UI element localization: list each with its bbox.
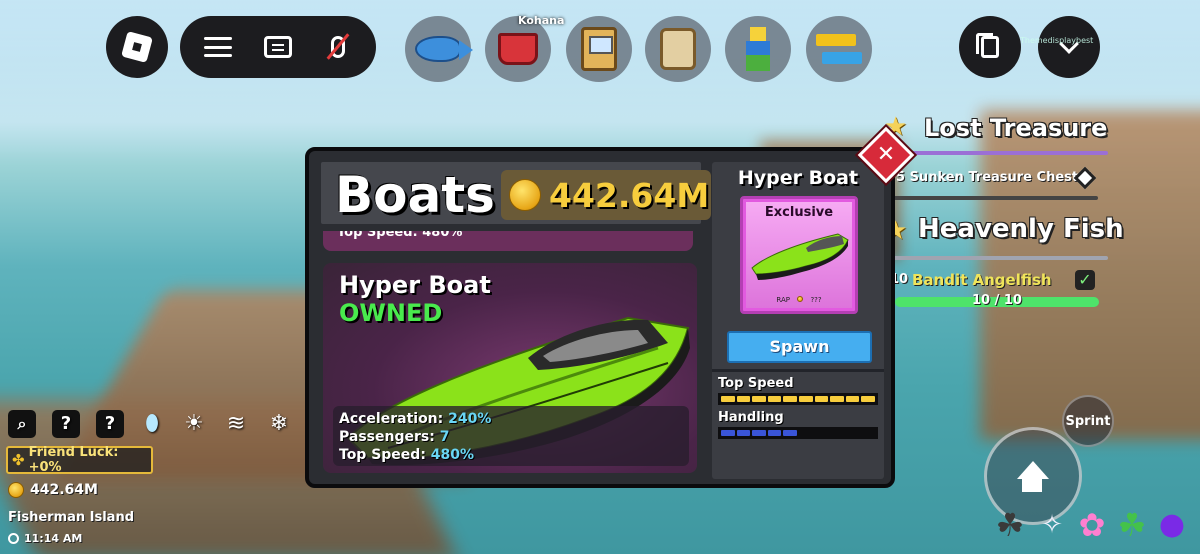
friend-luck-badge: ✤ Friend Luck: +0% bbox=[6, 445, 153, 475]
scroll-icon bbox=[660, 28, 696, 70]
unknown-icon[interactable]: ? bbox=[96, 410, 124, 438]
arcade-button[interactable] bbox=[566, 16, 632, 82]
clover-icon[interactable]: ☘ bbox=[992, 505, 1028, 545]
close-icon: ✕ bbox=[876, 142, 896, 167]
money-display: 442.64M bbox=[8, 482, 98, 498]
shop-label: Kohana bbox=[518, 14, 565, 27]
basket-icon bbox=[498, 33, 538, 65]
green-clover-icon[interactable]: ☘ bbox=[1114, 505, 1150, 545]
coin-icon bbox=[797, 296, 804, 302]
previous-card-text: Top Speed: 480% bbox=[337, 231, 463, 240]
panel-money-box: 442.64M bbox=[501, 170, 711, 220]
check-icon: ✓ bbox=[1075, 270, 1095, 290]
spawn-button[interactable]: Spawn bbox=[727, 331, 872, 363]
fish-icon bbox=[415, 36, 473, 62]
coin-icon bbox=[509, 179, 541, 211]
speedboat-thumbnail-icon bbox=[751, 233, 849, 280]
stat-passengers: Passengers: 7 bbox=[339, 429, 450, 445]
friend-luck-text: Friend Luck: +0% bbox=[28, 445, 119, 475]
list-item[interactable]: Top Speed: 480% bbox=[323, 231, 693, 251]
handling-rating-bar bbox=[718, 427, 878, 439]
menu-icon bbox=[204, 37, 232, 57]
stat-acceleration: Acceleration: 240% bbox=[339, 411, 492, 427]
sun-icon[interactable]: ☀ bbox=[180, 410, 208, 438]
clock-icon bbox=[8, 533, 19, 544]
boats-panel: Boats 442.64M Top Speed: 480% Hyper Boat… bbox=[305, 147, 895, 488]
pink-clover-icon[interactable]: ✿ bbox=[1074, 505, 1110, 545]
wand-icon[interactable]: ✧ bbox=[1034, 505, 1070, 545]
quest-divider bbox=[884, 256, 1108, 260]
boat-owned-status: OWNED bbox=[339, 299, 443, 327]
expand-button[interactable] bbox=[1038, 16, 1100, 78]
copy-icon bbox=[976, 33, 999, 58]
panel-money-text: 442.64M bbox=[549, 175, 710, 215]
unknown-icon[interactable]: ? bbox=[52, 410, 80, 438]
boat-name: Hyper Boat bbox=[339, 271, 491, 299]
wind-icon[interactable]: ≋ bbox=[222, 410, 250, 438]
xp-orb-icon[interactable]: ● bbox=[1154, 505, 1190, 545]
money-text: 442.64M bbox=[30, 482, 98, 498]
voice-chat-button[interactable] bbox=[318, 27, 358, 67]
copy-button[interactable] bbox=[959, 16, 1021, 78]
boat-detail-sidebar: Hyper Boat Exclusive RAP ??? Spawn Top S… bbox=[712, 162, 884, 479]
hamburger-menu-button[interactable] bbox=[198, 27, 238, 67]
time-display: 11:14 AM bbox=[8, 532, 82, 545]
player-name-tag: Themedisplaybest bbox=[1020, 36, 1094, 45]
time-text: 11:14 AM bbox=[24, 532, 83, 545]
quest-divider bbox=[884, 151, 1108, 155]
sprint-button[interactable]: Sprint bbox=[1062, 395, 1114, 447]
chat-button[interactable] bbox=[258, 27, 298, 67]
fish-index-button[interactable] bbox=[405, 16, 473, 82]
location-text: Fisherman Island bbox=[8, 510, 135, 525]
quest-progress-track bbox=[884, 196, 1098, 200]
roblox-menu-button[interactable] bbox=[106, 16, 168, 78]
roblox-logo-icon bbox=[121, 31, 153, 63]
rap-row: RAP ??? bbox=[776, 296, 822, 304]
quest-progress-text: 10 / 10 bbox=[972, 293, 1022, 308]
boat-card-hyper-boat[interactable]: Hyper Boat OWNED Acceleration: 240% Pass… bbox=[323, 263, 697, 473]
magnifier-icon[interactable]: ⌕ bbox=[8, 410, 36, 438]
arrow-up-stem bbox=[1022, 478, 1042, 492]
top-speed-rating-bar bbox=[718, 393, 878, 405]
trade-icon bbox=[816, 32, 862, 66]
quest-task-heavenly-fish: Bandit Angelfish bbox=[912, 271, 1052, 289]
boat-stats: Acceleration: 240% Passengers: 7 Top Spe… bbox=[333, 406, 689, 466]
arcade-icon bbox=[581, 27, 617, 71]
quest-task-lost-treasure: 5 Sunken Treasure Chests! bbox=[896, 170, 1092, 185]
panel-header: Boats 442.64M bbox=[321, 162, 711, 224]
stat-top-speed: Top Speed: 480% bbox=[339, 447, 475, 463]
divider bbox=[712, 369, 884, 372]
coin-icon bbox=[8, 482, 24, 498]
top-speed-label: Top Speed bbox=[718, 376, 794, 391]
menu-pill bbox=[180, 16, 376, 78]
quest-title-lost-treasure: Lost Treasure bbox=[924, 114, 1108, 142]
clover-icon: ✤ bbox=[12, 451, 25, 469]
avatar-icon bbox=[743, 27, 773, 71]
quest-title-heavenly-fish: Heavenly Fish bbox=[918, 214, 1124, 244]
detail-boat-name: Hyper Boat bbox=[737, 167, 859, 189]
boat-thumbnail: Exclusive RAP ??? bbox=[740, 196, 858, 314]
panel-title: Boats bbox=[335, 166, 495, 224]
quests-scroll-button[interactable] bbox=[645, 16, 711, 82]
handling-label: Handling bbox=[718, 410, 784, 425]
trade-button[interactable] bbox=[806, 16, 872, 82]
chat-icon bbox=[264, 36, 292, 58]
crystal-icon[interactable]: ⬮ bbox=[138, 410, 166, 438]
avatar-button[interactable] bbox=[725, 16, 791, 82]
arrow-up-icon bbox=[1017, 461, 1049, 479]
snowflake-icon[interactable]: ❄ bbox=[265, 410, 293, 438]
